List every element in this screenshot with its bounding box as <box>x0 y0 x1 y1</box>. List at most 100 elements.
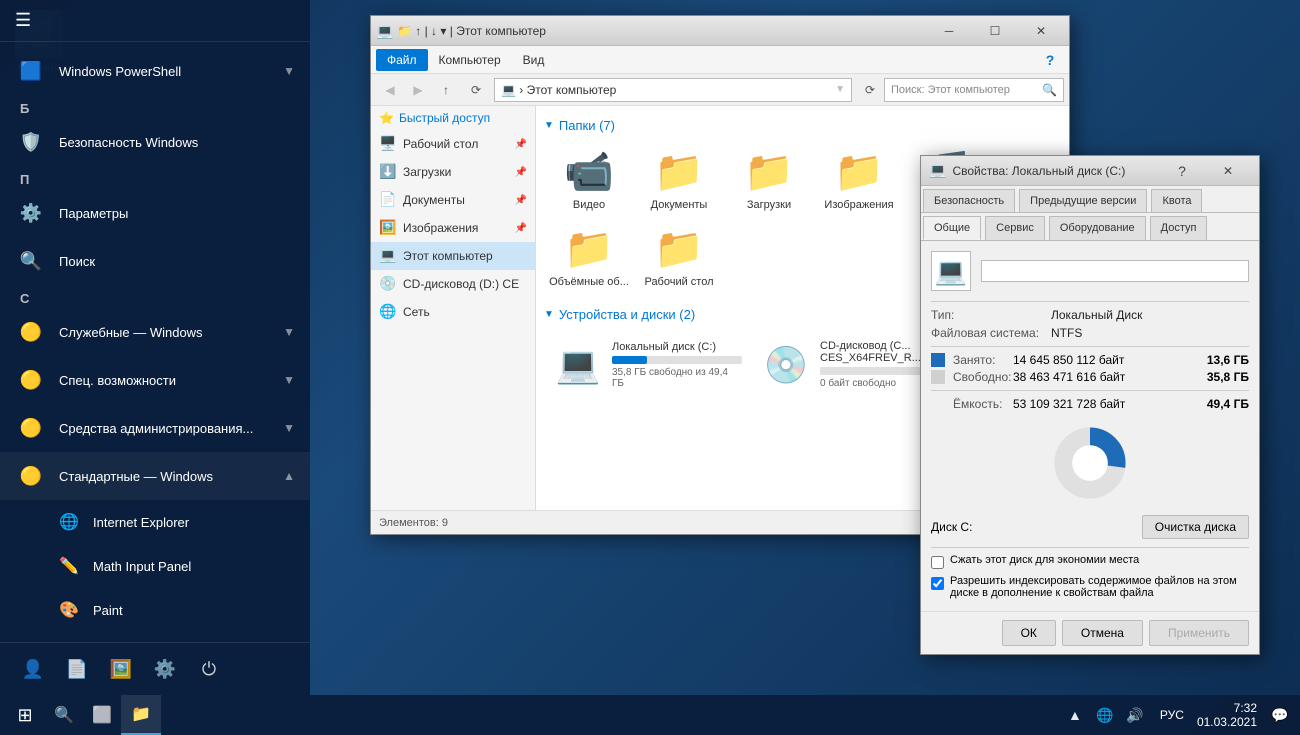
folder-images-icon: 📁 <box>835 147 883 195</box>
power-icon[interactable]: ⏻ <box>191 651 227 687</box>
taskbar-cortana-button[interactable]: ⬜ <box>83 696 121 734</box>
dialog-tab-security[interactable]: Безопасность <box>923 189 1015 212</box>
folder-3d[interactable]: 📁 Объёмные об... <box>544 218 634 295</box>
menu-item-powershell[interactable]: 🟦 Windows PowerShell ▼ <box>0 47 310 95</box>
menu-item-utilities[interactable]: 🟡 Служебные — Windows ▼ <box>0 308 310 356</box>
explorer-toolbar: Файл Компьютер Вид ? <box>371 46 1069 74</box>
disk-icon-box: 💻 <box>931 251 971 291</box>
cleanup-button[interactable]: Очистка диска <box>1142 515 1249 539</box>
up-button[interactable]: ↑ <box>432 77 460 103</box>
sidebar-item-cd[interactable]: 💿 CD-дисковод (D:) CE <box>371 270 535 298</box>
folder-images[interactable]: 📁 Изображения <box>814 141 904 218</box>
refresh-button[interactable]: ⟳ <box>462 77 490 103</box>
sidebar-desktop-icon: 🖥️ <box>379 135 397 153</box>
sidebar-item-desktop[interactable]: 🖥️ Рабочий стол 📌 <box>371 130 535 158</box>
documents-icon[interactable]: 📄 <box>59 651 95 687</box>
dialog-help-button[interactable]: ? <box>1159 156 1205 186</box>
taskbar-network-icon[interactable]: 🌐 <box>1090 696 1120 734</box>
folder-desktop-icon: 📁 <box>655 224 703 272</box>
user-icon[interactable]: 👤 <box>15 651 51 687</box>
forward-button[interactable]: ▶ <box>404 77 432 103</box>
address-refresh-button[interactable]: ⟳ <box>856 77 884 103</box>
folders-section-header[interactable]: ▼ Папки (7) <box>544 114 1061 137</box>
folder-desktop[interactable]: 📁 Рабочий стол <box>634 218 724 295</box>
menu-item-accessibility-label: Спец. возможности <box>59 373 176 388</box>
tab-view[interactable]: Вид <box>512 49 556 71</box>
taskbar-volume-icon[interactable]: 🔊 <box>1120 696 1150 734</box>
menu-item-settings[interactable]: ⚙️ Параметры <box>0 189 310 237</box>
submenu-item-math[interactable]: ✏️ Math Input Panel <box>0 544 310 588</box>
cancel-button[interactable]: Отмена <box>1062 620 1143 646</box>
taskbar-show-desktop[interactable]: ▲ <box>1060 696 1090 734</box>
explorer-sidebar: ⭐ Быстрый доступ 🖥️ Рабочий стол 📌 ⬇️ За… <box>371 106 536 510</box>
menu-item-search[interactable]: 🔍 Поиск <box>0 237 310 285</box>
gear-icon[interactable]: ⚙️ <box>147 651 183 687</box>
sidebar-item-pictures[interactable]: 🖼️ Изображения 📌 <box>371 214 535 242</box>
pie-container <box>931 423 1249 503</box>
close-button[interactable]: ✕ <box>1018 16 1064 46</box>
folder-downloads[interactable]: 📁 Загрузки <box>724 141 814 218</box>
dialog-tab-quota[interactable]: Квота <box>1151 189 1202 212</box>
sidebar-item-network[interactable]: 🌐 Сеть <box>371 298 535 326</box>
submenu-item-ie[interactable]: 🌐 Internet Explorer <box>0 500 310 544</box>
dialog-tab-service[interactable]: Сервис <box>985 216 1045 240</box>
taskbar-explorer-button[interactable]: 📁 <box>121 695 161 735</box>
taskbar-clock[interactable]: 7:32 01.03.2021 <box>1189 701 1265 729</box>
index-label: Разрешить индексировать содержимое файло… <box>950 575 1249 599</box>
drive-c-icon: 💻 <box>554 341 602 389</box>
dialog-tab-previous[interactable]: Предыдущие версии <box>1019 189 1147 212</box>
disk-name-input[interactable] <box>981 260 1249 282</box>
sidebar-item-downloads[interactable]: ⬇️ Загрузки 📌 <box>371 158 535 186</box>
back-button[interactable]: ◀ <box>376 77 404 103</box>
folder-video[interactable]: 📹 Видео <box>544 141 634 218</box>
menu-item-accessibility[interactable]: 🟡 Спец. возможности ▼ <box>0 356 310 404</box>
taskbar-system-icons: ▲ 🌐 🔊 <box>1060 696 1150 734</box>
drive-c[interactable]: 💻 Локальный диск (C:) 35,8 ГБ свободно и… <box>548 334 748 395</box>
taskbar-search-button[interactable]: 🔍 <box>45 696 83 734</box>
sidebar-item-thispc[interactable]: 💻 Этот компьютер <box>371 242 535 270</box>
address-bar-dropdown[interactable]: ▼ <box>835 84 845 95</box>
ok-button[interactable]: ОК <box>1002 620 1056 646</box>
fs-label: Файловая система: <box>931 326 1051 340</box>
quick-access-header[interactable]: ⭐ Быстрый доступ <box>371 106 535 130</box>
hamburger-menu[interactable]: ☰ <box>15 10 31 31</box>
menu-item-admin[interactable]: 🟡 Средства администрирования... ▼ <box>0 404 310 452</box>
taskbar-date: 01.03.2021 <box>1197 715 1257 729</box>
divider-2 <box>931 346 1249 347</box>
compress-checkbox[interactable] <box>931 556 944 569</box>
tab-computer[interactable]: Компьютер <box>428 49 512 71</box>
dialog-titlebar: 💻 Свойства: Локальный диск (C:) ? ✕ <box>921 156 1259 186</box>
apply-button[interactable]: Применить <box>1149 620 1249 646</box>
submenu-item-paint[interactable]: 🎨 Paint <box>0 588 310 632</box>
tab-file[interactable]: Файл <box>376 49 428 71</box>
folder-docs[interactable]: 📁 Документы <box>634 141 724 218</box>
submenu-item-math-label: Math Input Panel <box>93 559 191 574</box>
dialog-tab-hardware[interactable]: Оборудование <box>1049 216 1146 240</box>
minimize-button[interactable]: ─ <box>926 16 972 46</box>
dialog-tab-general[interactable]: Общие <box>923 216 981 240</box>
explorer-window-icon: 💻 <box>376 23 392 39</box>
help-button[interactable]: ? <box>1036 47 1064 73</box>
start-menu-bottom: 👤 📄 🖼️ ⚙️ ⏻ <box>0 642 310 695</box>
submenu-item-wmp[interactable]: ▶️ Windows Media Player <box>0 632 310 642</box>
address-bar[interactable]: 💻 › Этот компьютер ▼ <box>494 78 852 102</box>
menu-item-standard[interactable]: 🟡 Стандартные — Windows ▲ <box>0 452 310 500</box>
dialog-close-button[interactable]: ✕ <box>1205 156 1251 186</box>
maximize-button[interactable]: ☐ <box>972 16 1018 46</box>
taskbar-language[interactable]: РУС <box>1155 708 1189 722</box>
search-icon: 🔍 <box>1042 83 1057 97</box>
sidebar-item-documents[interactable]: 📄 Документы 📌 <box>371 186 535 214</box>
menu-item-security[interactable]: 🛡️ Безопасность Windows <box>0 118 310 166</box>
dialog-tab-access[interactable]: Доступ <box>1150 216 1208 240</box>
capacity-spacer <box>931 397 945 411</box>
pin-icon4: 📌 <box>515 223 527 234</box>
pictures-icon[interactable]: 🖼️ <box>103 651 139 687</box>
taskbar-notification-button[interactable]: 💬 <box>1265 696 1295 734</box>
sidebar-pics-label: Изображения <box>403 221 478 235</box>
menu-item-search-label: Поиск <box>59 254 95 269</box>
start-button[interactable]: ⊞ <box>5 695 45 735</box>
pin-icon3: 📌 <box>515 195 527 206</box>
search-bar[interactable]: Поиск: Этот компьютер 🔍 <box>884 78 1064 102</box>
index-checkbox[interactable] <box>931 577 944 590</box>
sidebar-network-icon: 🌐 <box>379 303 397 321</box>
